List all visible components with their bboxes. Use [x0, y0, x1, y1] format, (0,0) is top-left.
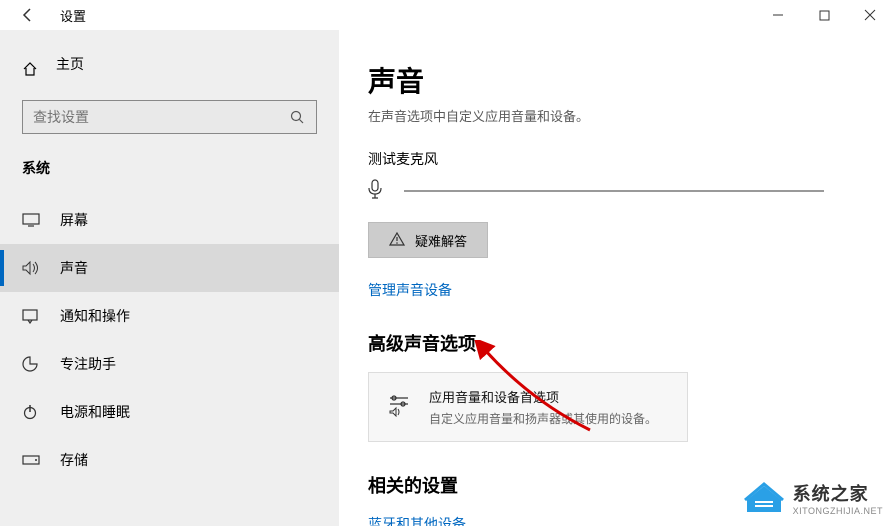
manage-sound-devices-link[interactable]: 管理声音设备	[368, 280, 452, 300]
search-icon	[288, 110, 306, 124]
maximize-icon	[819, 10, 830, 21]
display-icon	[22, 213, 42, 227]
notifications-icon	[22, 308, 42, 324]
sidebar-item-label: 专注助手	[60, 354, 116, 374]
sidebar-item-label: 通知和操作	[60, 306, 130, 326]
troubleshoot-label: 疑难解答	[415, 231, 467, 250]
sidebar-group-title: 系统	[0, 158, 339, 196]
search-box[interactable]	[22, 100, 317, 134]
watermark-name: 系统之家	[793, 480, 883, 506]
troubleshoot-button[interactable]: 疑难解答	[368, 222, 488, 258]
warning-icon	[389, 232, 405, 249]
sidebar-item-notifications[interactable]: 通知和操作	[0, 292, 339, 340]
sound-icon	[22, 260, 42, 276]
mic-test-label: 测试麦克风	[368, 149, 893, 169]
card-title: 应用音量和设备首选项	[429, 387, 657, 406]
sidebar: 主页 系统 屏幕 声音	[0, 30, 340, 526]
card-desc: 自定义应用音量和扬声器或其使用的设备。	[429, 410, 657, 427]
sidebar-item-label: 存储	[60, 450, 88, 470]
advanced-heading: 高级声音选项	[368, 330, 893, 356]
sidebar-item-label: 电源和睡眠	[60, 402, 130, 422]
watermark-logo-icon	[743, 480, 785, 516]
sidebar-home-label: 主页	[56, 54, 84, 74]
mic-level-bar	[404, 190, 824, 192]
minimize-button[interactable]	[755, 0, 801, 30]
sidebar-item-display[interactable]: 屏幕	[0, 196, 339, 244]
sidebar-item-power[interactable]: 电源和睡眠	[0, 388, 339, 436]
app-volume-card[interactable]: 应用音量和设备首选项 自定义应用音量和扬声器或其使用的设备。	[368, 372, 688, 442]
close-button[interactable]	[847, 0, 893, 30]
maximize-button[interactable]	[801, 0, 847, 30]
page-title: 声音	[368, 60, 893, 100]
watermark-url: XITONGZHIJIA.NET	[793, 506, 883, 516]
search-input[interactable]	[33, 109, 288, 125]
sidebar-item-storage[interactable]: 存储	[0, 436, 339, 484]
related-link-bluetooth[interactable]: 蓝牙和其他设备	[368, 514, 466, 526]
storage-icon	[22, 455, 42, 465]
watermark: 系统之家 XITONGZHIJIA.NET	[743, 480, 883, 516]
focus-icon	[22, 356, 42, 372]
mixer-icon	[387, 395, 411, 420]
sidebar-item-focus[interactable]: 专注助手	[0, 340, 339, 388]
sidebar-item-label: 屏幕	[60, 210, 88, 230]
microphone-icon	[368, 179, 386, 202]
arrow-left-icon	[20, 7, 36, 23]
power-icon	[22, 404, 42, 420]
sidebar-item-sound[interactable]: 声音	[0, 244, 339, 292]
back-button[interactable]	[12, 0, 44, 30]
sidebar-item-label: 声音	[60, 258, 88, 278]
home-icon	[22, 61, 40, 77]
close-icon	[864, 9, 876, 21]
sidebar-item-home[interactable]: 主页	[0, 44, 339, 100]
minimize-icon	[772, 9, 784, 21]
content-pane: 声音 在声音选项中自定义应用音量和设备。 测试麦克风 疑难解答 管理声音设备 高…	[340, 30, 893, 526]
page-subtitle: 在声音选项中自定义应用音量和设备。	[368, 106, 893, 125]
window-title: 设置	[60, 6, 86, 25]
